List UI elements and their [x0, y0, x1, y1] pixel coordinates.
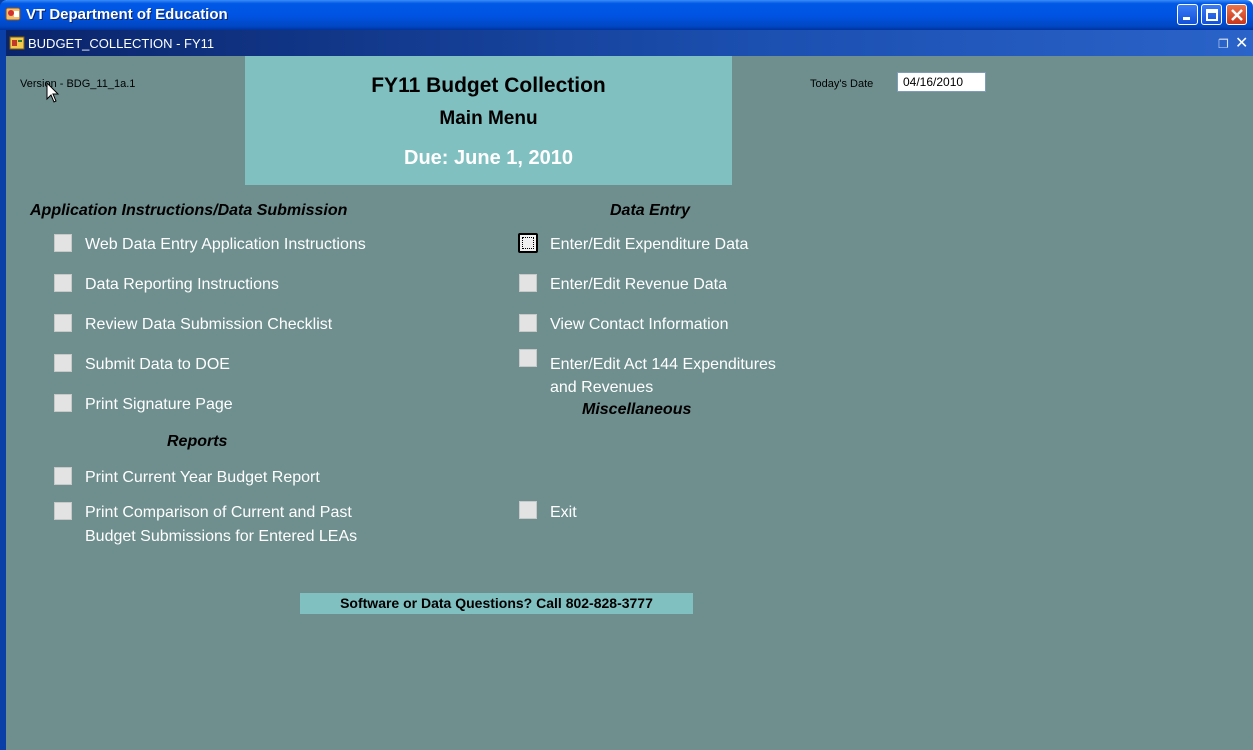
todays-date-field[interactable]: 04/16/2010: [897, 72, 986, 92]
act144-label-line2: and Revenues: [550, 379, 654, 396]
comparison-report-label: Print Comparison of Current and Past: [85, 504, 352, 521]
reports-heading: Reports: [167, 433, 228, 450]
support-phone-banner: Software or Data Questions? Call 802-828…: [300, 593, 693, 614]
checklist-button[interactable]: [54, 314, 72, 332]
data-reporting-button[interactable]: [54, 274, 72, 292]
window-title-bar[interactable]: VT Department of Education: [0, 0, 1253, 30]
signature-page-label: Print Signature Page: [85, 396, 233, 413]
version-label: Version - BDG_11_1a.1: [20, 78, 136, 90]
document-title-bar[interactable]: BUDGET_COLLECTION - FY11 ❐ ✕: [6, 30, 1253, 56]
minimize-button[interactable]: [1177, 4, 1198, 25]
submit-data-button[interactable]: [54, 354, 72, 372]
page-subtitle: Main Menu: [439, 108, 538, 129]
revenue-data-button[interactable]: [519, 274, 537, 292]
comparison-report-label-line2: Budget Submissions for Entered LEAs: [85, 528, 358, 545]
header-banner: FY11 Budget Collection Main Menu Due: Ju…: [245, 56, 732, 185]
close-icon: [1231, 9, 1243, 21]
document-title: BUDGET_COLLECTION - FY11: [28, 36, 215, 51]
contact-info-button[interactable]: [519, 314, 537, 332]
page-title: FY11 Budget Collection: [371, 74, 606, 97]
contact-info-label: View Contact Information: [550, 316, 729, 333]
instructions-heading: Application Instructions/Data Submission: [30, 202, 348, 219]
document-close-icon[interactable]: ✕: [1235, 33, 1248, 53]
data-entry-heading: Data Entry: [610, 202, 691, 219]
misc-heading: Miscellaneous: [582, 401, 692, 418]
web-instructions-label: Web Data Entry Application Instructions: [85, 236, 366, 253]
signature-page-button[interactable]: [54, 394, 72, 412]
todays-date-label: Today's Date: [810, 78, 874, 90]
web-instructions-button[interactable]: [54, 234, 72, 252]
submit-data-label: Submit Data to DOE: [85, 356, 230, 373]
exit-label: Exit: [550, 504, 577, 521]
window-title: VT Department of Education: [26, 6, 228, 23]
data-reporting-label: Data Reporting Instructions: [85, 276, 279, 293]
restore-icon[interactable]: ❐: [1218, 37, 1229, 51]
expenditure-data-label: Enter/Edit Expenditure Data: [550, 236, 749, 253]
main-menu-form: Version - BDG_11_1a.1 FY11 Budget Collec…: [6, 56, 1253, 750]
revenue-data-label: Enter/Edit Revenue Data: [550, 276, 727, 293]
app-icon: [4, 5, 22, 23]
mouse-cursor-icon: [46, 82, 60, 103]
maximize-icon: [1206, 9, 1218, 21]
expenditure-data-button[interactable]: [518, 233, 538, 253]
act144-label: Enter/Edit Act 144 Expenditures: [550, 356, 776, 373]
maximize-button[interactable]: [1201, 4, 1222, 25]
close-button[interactable]: [1226, 4, 1247, 25]
form-icon: [9, 35, 25, 51]
budget-report-label: Print Current Year Budget Report: [85, 469, 320, 486]
checklist-label: Review Data Submission Checklist: [85, 316, 333, 333]
budget-report-button[interactable]: [54, 467, 72, 485]
comparison-report-button[interactable]: [54, 502, 72, 520]
act144-button[interactable]: [519, 349, 537, 367]
exit-button[interactable]: [519, 501, 537, 519]
due-date-label: Due: June 1, 2010: [404, 147, 573, 169]
minimize-icon: [1183, 17, 1190, 20]
